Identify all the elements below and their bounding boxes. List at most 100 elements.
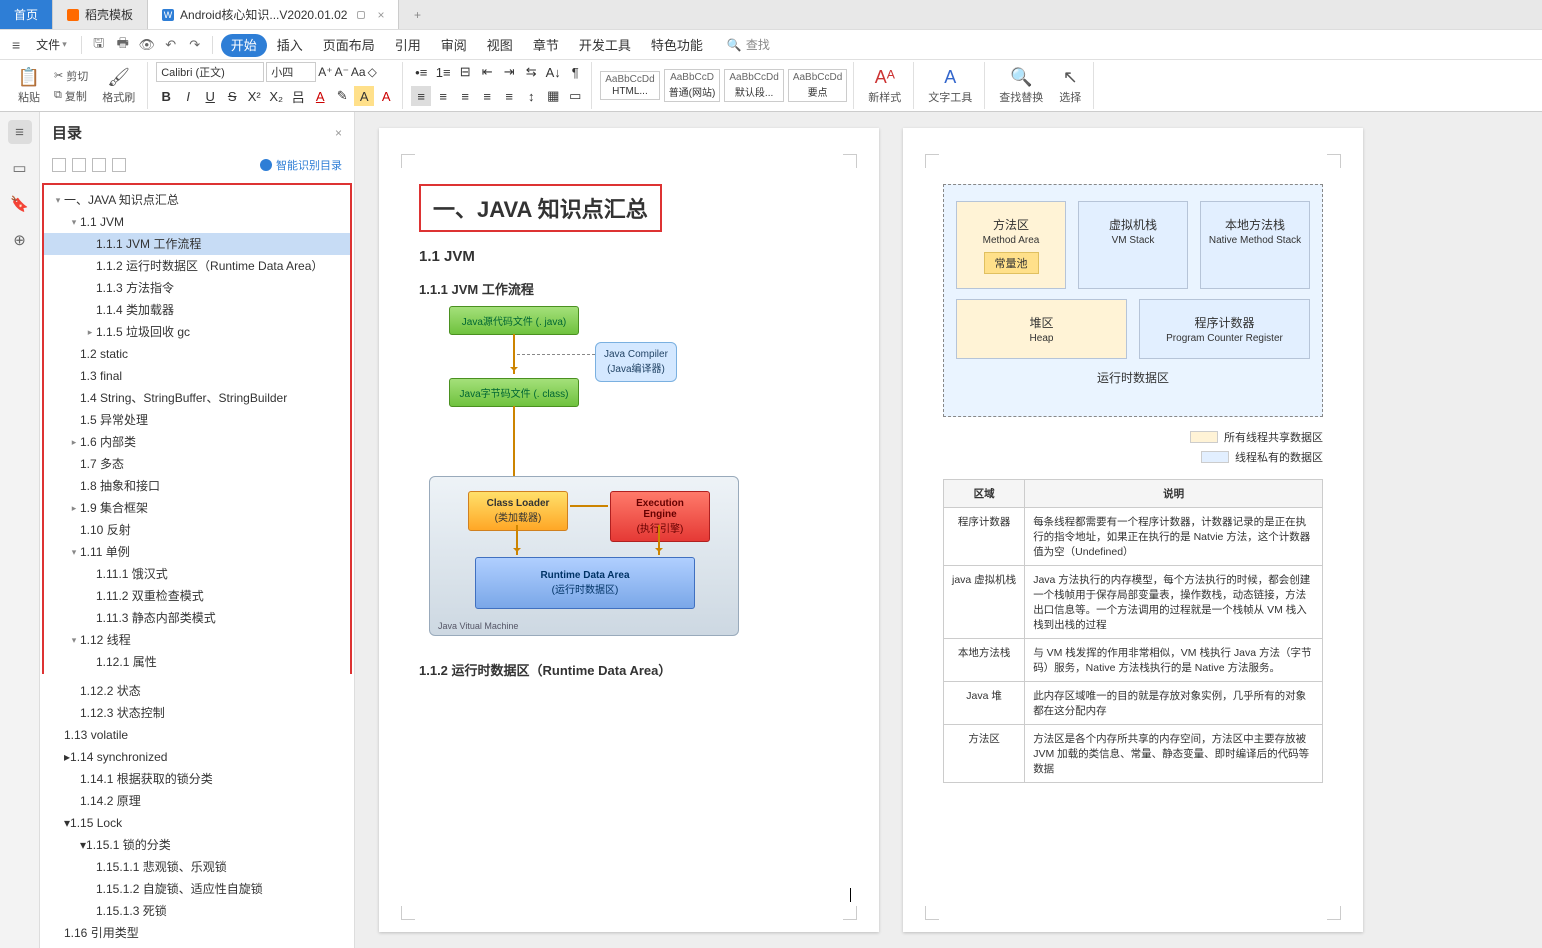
align-dist-button[interactable]: ≡ [499, 86, 519, 106]
outline-node[interactable]: 1.12.3 状态控制 [40, 702, 354, 724]
outline-node[interactable]: ▸1.9 集合框架 [44, 497, 350, 519]
outline-node[interactable]: 1.14.2 原理 [40, 790, 354, 812]
ai-outline-button[interactable]: 智能识别目录 [260, 157, 342, 173]
expand-all-button[interactable] [72, 158, 86, 172]
outline-node[interactable]: 1.12.1 属性 [44, 651, 350, 673]
outline-node[interactable]: 1.11.1 饿汉式 [44, 563, 350, 585]
align-right-button[interactable]: ≡ [455, 86, 475, 106]
line-spacing-button[interactable]: ↕ [521, 86, 541, 106]
align-left-button[interactable]: ≡ [411, 86, 431, 106]
menu-tab-2[interactable]: 页面布局 [313, 34, 385, 57]
print-icon[interactable]: 🖶 [114, 36, 132, 54]
file-menu[interactable]: 文件▾ [30, 34, 73, 55]
change-case-icon[interactable]: Aa [351, 65, 366, 79]
outline-node[interactable]: 1.10 反射 [44, 519, 350, 541]
pages-icon[interactable]: ▭ [8, 156, 32, 180]
phonetic-button[interactable]: 吕 [288, 86, 308, 106]
font-name-select[interactable]: Calibri (正文) [156, 62, 264, 82]
menu-tab-0[interactable]: 开始 [221, 34, 267, 57]
outline-node[interactable]: ▾1.1 JVM [44, 211, 350, 233]
style-preset[interactable]: AaBbCcD普通(网站) [664, 69, 721, 102]
multilevel-button[interactable]: ⊟ [455, 62, 475, 82]
strike-button[interactable]: S [222, 86, 242, 106]
align-center-button[interactable]: ≡ [433, 86, 453, 106]
grow-font-icon[interactable]: A⁺ [318, 65, 332, 79]
outline-icon[interactable]: ≡ [8, 120, 32, 144]
outline-node[interactable]: ▾一、JAVA 知识点汇总 [44, 189, 350, 211]
collapse-all-button[interactable] [52, 158, 66, 172]
clear-format-icon[interactable]: ◇ [368, 65, 377, 79]
new-style-button[interactable]: Aᴬ新样式 [862, 64, 907, 107]
copy-button[interactable]: ⧉复制 [50, 87, 92, 105]
find-replace-button[interactable]: 🔍查找替换 [993, 64, 1049, 107]
document-area[interactable]: 一、JAVA 知识点汇总 1.1 JVM 1.1.1 JVM 工作流程 Java… [355, 112, 1542, 948]
outline-node[interactable]: ▾1.15 Lock [40, 812, 354, 834]
twisty-icon[interactable]: ▸ [68, 499, 80, 517]
menu-tab-4[interactable]: 审阅 [431, 34, 477, 57]
paste-button[interactable]: 📋粘贴 [12, 64, 46, 107]
borders-button[interactable]: ▭ [565, 86, 585, 106]
border-pen-icon[interactable]: ✎ [332, 86, 352, 106]
italic-button[interactable]: I [178, 86, 198, 106]
menu-tab-8[interactable]: 特色功能 [641, 34, 713, 57]
style-preset[interactable]: AaBbCcDd要点 [788, 69, 847, 102]
text-effect-button[interactable]: A [376, 86, 396, 106]
outline-node[interactable]: ▾1.12 线程 [44, 629, 350, 651]
font-color-button[interactable]: A [310, 86, 330, 106]
style-preset[interactable]: AaBbCcDd默认段... [724, 69, 783, 102]
outline-node[interactable]: 1.7 多态 [44, 453, 350, 475]
close-icon[interactable]: × [377, 8, 384, 22]
outline-node[interactable]: 1.1.1 JVM 工作流程 [44, 233, 350, 255]
align-justify-button[interactable]: ≡ [477, 86, 497, 106]
outline-node[interactable]: 1.16 引用类型 [40, 922, 354, 944]
level-up-button[interactable] [92, 158, 106, 172]
menu-tab-5[interactable]: 视图 [477, 34, 523, 57]
outline-node[interactable]: ▸1.1.5 垃圾回收 gc [44, 321, 350, 343]
outline-node[interactable]: 1.14.1 根据获取的锁分类 [40, 768, 354, 790]
menu-tab-6[interactable]: 章节 [523, 34, 569, 57]
sort-button[interactable]: A↓ [543, 62, 563, 82]
outline-node[interactable]: ▾1.11 单例 [44, 541, 350, 563]
twisty-icon[interactable]: ▾ [68, 543, 80, 561]
format-brush-button[interactable]: 🖌格式刷 [96, 64, 141, 107]
indent-dec-button[interactable]: ⇤ [477, 62, 497, 82]
show-marks-button[interactable]: ¶ [565, 62, 585, 82]
text-tool-button[interactable]: A文字工具 [922, 64, 978, 107]
outline-node[interactable]: 1.3 final [44, 365, 350, 387]
outline-node[interactable]: 1.1.2 运行时数据区（Runtime Data Area） [44, 255, 350, 277]
highlight-button[interactable]: A [354, 86, 374, 106]
outline-node[interactable]: 1.11.2 双重检查模式 [44, 585, 350, 607]
bold-button[interactable]: B [156, 86, 176, 106]
outline-node[interactable]: 1.4 String、StringBuffer、StringBuilder [44, 387, 350, 409]
shading-button[interactable]: ▦ [543, 86, 563, 106]
outline-node[interactable]: ▾1.15.1 锁的分类 [40, 834, 354, 856]
bookmark-icon[interactable]: 🔖 [8, 192, 32, 216]
shrink-font-icon[interactable]: A⁻ [335, 65, 349, 79]
zoom-icon[interactable]: ⊕ [8, 228, 32, 252]
twisty-icon[interactable]: ▸ [68, 433, 80, 451]
outline-node[interactable]: 1.11.3 静态内部类模式 [44, 607, 350, 629]
hamburger-icon[interactable]: ≡ [8, 35, 24, 55]
save-icon[interactable]: 🖫 [90, 36, 108, 54]
font-size-select[interactable]: 小四 [266, 62, 316, 82]
superscript-button[interactable]: X² [244, 86, 264, 106]
outline-node[interactable]: ▸1.6 内部类 [44, 431, 350, 453]
select-button[interactable]: ↖选择 [1053, 64, 1087, 107]
preview-icon[interactable]: 👁 [138, 36, 156, 54]
outline-node[interactable]: 1.5 异常处理 [44, 409, 350, 431]
subscript-button[interactable]: X₂ [266, 86, 286, 106]
undo-icon[interactable]: ↶ [162, 36, 180, 54]
outline-node[interactable]: 1.2 static [44, 343, 350, 365]
tab-add[interactable]: + [399, 0, 435, 29]
outline-node[interactable]: ▸1.14 synchronized [40, 746, 354, 768]
outline-node[interactable]: 1.12.2 状态 [40, 680, 354, 702]
numbering-button[interactable]: 1≡ [433, 62, 453, 82]
tab-templates[interactable]: 稻壳模板 [53, 0, 148, 29]
outline-node[interactable]: 1.15.1.3 死锁 [40, 900, 354, 922]
outline-node[interactable]: 1.8 抽象和接口 [44, 475, 350, 497]
search-box[interactable]: 🔍查找 [727, 36, 770, 53]
level-down-button[interactable] [112, 158, 126, 172]
indent-inc-button[interactable]: ⇥ [499, 62, 519, 82]
tab-button[interactable]: ⇆ [521, 62, 541, 82]
menu-tab-3[interactable]: 引用 [385, 34, 431, 57]
